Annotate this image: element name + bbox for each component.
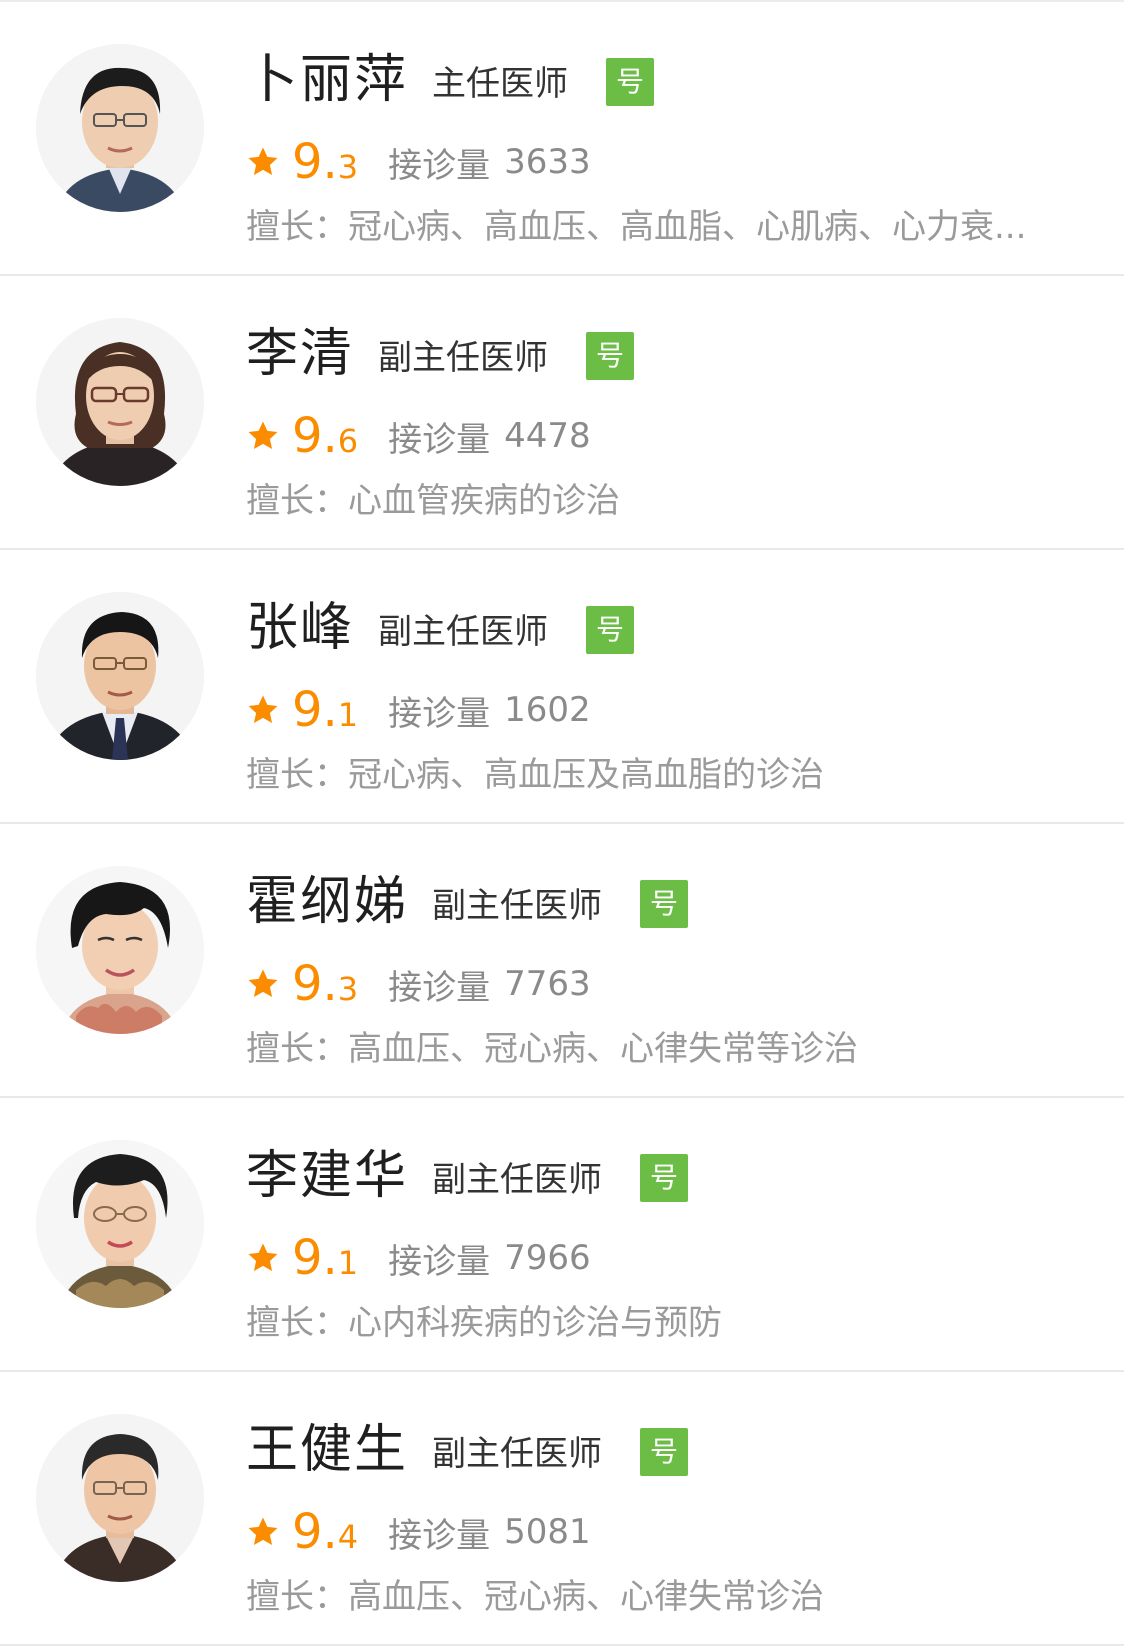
specialty-row: 擅长：高血压、冠心病、心律失常等诊治 (246, 1026, 1086, 1072)
doctor-avatar[interactable] (36, 1414, 204, 1582)
doctor-title: 副主任医师 (432, 886, 603, 926)
star-icon (248, 1243, 278, 1272)
portrait-image (36, 318, 204, 486)
star-icon (248, 421, 278, 450)
doctor-avatar[interactable] (36, 1140, 204, 1308)
specialty-label: 擅长： (246, 1029, 348, 1069)
doctor-name[interactable]: 李建华 (246, 1146, 408, 1206)
doctor-title: 副主任医师 (432, 1160, 603, 1200)
rating-score: 9. (292, 134, 338, 190)
specialty-row: 擅长：心血管疾病的诊治 (246, 478, 1086, 524)
visits-label: 接诊量 (388, 419, 491, 460)
specialty-text: 心血管疾病的诊治 (348, 481, 620, 521)
visits-label: 接诊量 (388, 967, 491, 1008)
doctor-name[interactable]: 张峰 (246, 598, 354, 658)
rating-score-decimal: 3 (337, 970, 359, 1008)
doctor-card[interactable]: 李清 副主任医师 号 9. 6 接诊量 4478 擅长：心血管疾病的诊治 (0, 276, 1124, 550)
rating-score-decimal: 1 (337, 1244, 359, 1282)
doctor-title: 主任医师 (432, 64, 569, 104)
portrait-image (36, 1414, 204, 1582)
doctor-card[interactable]: 霍纲娣 副主任医师 号 9. 3 接诊量 7763 擅长：高血压、冠心病、心律失常… (0, 824, 1124, 1098)
appointment-badge[interactable]: 号 (640, 880, 689, 928)
specialty-label: 擅长： (246, 1577, 348, 1617)
specialty-text: 高血压、冠心病、心律失常等诊治 (348, 1029, 858, 1069)
visits-label: 接诊量 (388, 145, 491, 186)
specialty-row: 擅长：冠心病、高血压、高血脂、心肌病、心力衰... (246, 204, 1086, 250)
visits-count: 5081 (504, 1512, 591, 1552)
specialty-label: 擅长： (246, 481, 348, 521)
rating-score-decimal: 4 (337, 1518, 359, 1556)
portrait-image (36, 1140, 204, 1308)
rating-score: 9. (292, 408, 338, 464)
appointment-badge[interactable]: 号 (640, 1154, 689, 1202)
doctor-avatar[interactable] (36, 44, 204, 212)
rating-score: 9. (292, 956, 338, 1012)
name-row: 张峰 副主任医师 号 (246, 598, 635, 658)
doctor-card[interactable]: 卜丽萍 主任医师 号 9. 3 接诊量 3633 擅长：冠心病、高血压、高血脂、心… (0, 2, 1124, 276)
name-row: 李清 副主任医师 号 (246, 324, 635, 384)
doctor-name[interactable]: 卜丽萍 (246, 50, 408, 110)
doctor-name[interactable]: 王健生 (246, 1420, 408, 1480)
name-row: 霍纲娣 副主任医师 号 (246, 872, 689, 932)
star-icon (248, 695, 278, 724)
star-icon (248, 969, 278, 998)
visits-label: 接诊量 (388, 693, 491, 734)
specialty-row: 擅长：冠心病、高血压及高血脂的诊治 (246, 752, 1086, 798)
rating-row: 9. 4 接诊量 5081 (246, 1504, 591, 1560)
visits-count: 7966 (504, 1238, 591, 1278)
specialty-text: 冠心病、高血压及高血脂的诊治 (348, 755, 824, 795)
rating-row: 9. 1 接诊量 1602 (246, 682, 591, 738)
specialty-label: 擅长： (246, 1303, 348, 1343)
rating-score: 9. (292, 1504, 338, 1560)
doctor-card[interactable]: 王健生 副主任医师 号 9. 4 接诊量 5081 擅长：高血压、冠心病、心律失常… (0, 1372, 1124, 1646)
name-row: 李建华 副主任医师 号 (246, 1146, 689, 1206)
rating-row: 9. 6 接诊量 4478 (246, 408, 591, 464)
specialty-text: 心内科疾病的诊治与预防 (348, 1303, 722, 1343)
visits-count: 1602 (504, 690, 591, 730)
doctor-title: 副主任医师 (378, 612, 549, 652)
visits-count: 7763 (504, 964, 591, 1004)
portrait-image (36, 44, 204, 212)
specialty-row: 擅长：高血压、冠心病、心律失常诊治 (246, 1574, 1086, 1620)
appointment-badge[interactable]: 号 (640, 1428, 689, 1476)
appointment-badge[interactable]: 号 (586, 606, 635, 654)
rating-score: 9. (292, 682, 338, 738)
name-row: 卜丽萍 主任医师 号 (246, 50, 655, 110)
rating-row: 9. 3 接诊量 3633 (246, 134, 591, 190)
specialty-row: 擅长：心内科疾病的诊治与预防 (246, 1300, 1086, 1346)
visits-count: 3633 (504, 142, 591, 182)
specialty-text: 冠心病、高血压、高血脂、心肌病、心力衰... (348, 207, 1027, 247)
doctor-name[interactable]: 李清 (246, 324, 354, 384)
rating-row: 9. 1 接诊量 7966 (246, 1230, 591, 1286)
rating-score-decimal: 6 (337, 422, 359, 460)
doctor-name[interactable]: 霍纲娣 (246, 872, 408, 932)
rating-score-decimal: 1 (337, 696, 359, 734)
doctor-title: 副主任医师 (378, 338, 549, 378)
doctor-avatar[interactable] (36, 318, 204, 486)
appointment-badge[interactable]: 号 (606, 58, 655, 106)
portrait-image (36, 866, 204, 1034)
doctor-avatar[interactable] (36, 866, 204, 1034)
doctor-card[interactable]: 李建华 副主任医师 号 9. 1 接诊量 7966 擅长：心内科疾病的诊治与预防 (0, 1098, 1124, 1372)
specialty-text: 高血压、冠心病、心律失常诊治 (348, 1577, 824, 1617)
visits-label: 接诊量 (388, 1241, 491, 1282)
specialty-label: 擅长： (246, 207, 348, 247)
portrait-image (36, 592, 204, 760)
doctor-card[interactable]: 张峰 副主任医师 号 9. 1 接诊量 1602 擅长：冠心病、高血压及高血脂的诊… (0, 550, 1124, 824)
rating-score: 9. (292, 1230, 338, 1286)
appointment-badge[interactable]: 号 (586, 332, 635, 380)
doctor-title: 副主任医师 (432, 1434, 603, 1474)
star-icon (248, 1517, 278, 1546)
doctor-avatar[interactable] (36, 592, 204, 760)
doctor-list: 卜丽萍 主任医师 号 9. 3 接诊量 3633 擅长：冠心病、高血压、高血脂、心… (0, 0, 1124, 1651)
visits-label: 接诊量 (388, 1515, 491, 1556)
star-icon (248, 147, 278, 176)
name-row: 王健生 副主任医师 号 (246, 1420, 689, 1480)
visits-count: 4478 (504, 416, 591, 456)
rating-score-decimal: 3 (337, 148, 359, 186)
rating-row: 9. 3 接诊量 7763 (246, 956, 591, 1012)
specialty-label: 擅长： (246, 755, 348, 795)
